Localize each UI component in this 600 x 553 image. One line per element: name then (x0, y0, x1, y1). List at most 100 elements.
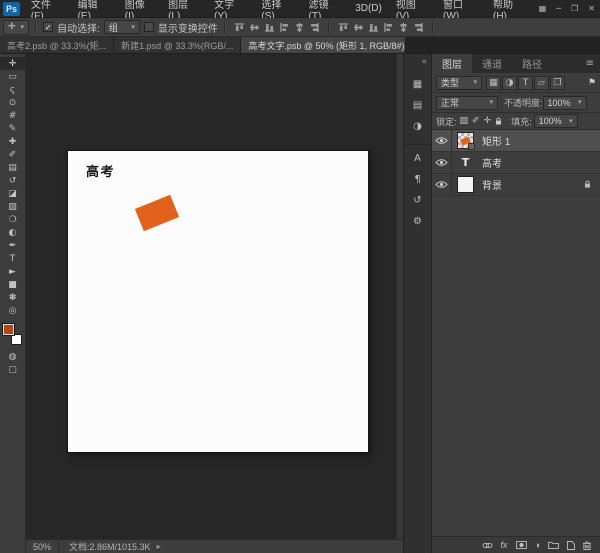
adjustments-panel-icon[interactable]: ◑ (407, 118, 428, 135)
crop-tool[interactable]: # (0, 109, 25, 122)
layout-picker-icon[interactable]: ▦ (534, 4, 552, 13)
layer-name[interactable]: 矩形 1 (482, 133, 510, 148)
canvas-orange-rectangle[interactable] (134, 194, 180, 232)
text-layer-thumbnail[interactable]: T (457, 154, 474, 171)
menu-image[interactable]: 图像(I) (118, 0, 161, 22)
brush-tool[interactable]: ✐ (0, 148, 25, 161)
show-transform-checkbox[interactable]: 显示变换控件 (143, 20, 218, 35)
shape-layer-thumbnail[interactable] (457, 132, 475, 150)
layer-row-text[interactable]: T 高考 (432, 152, 600, 174)
quick-selection-tool[interactable]: ⊙ (0, 96, 25, 109)
align-right-edges-icon[interactable] (308, 21, 321, 34)
new-adjustment-layer-icon[interactable]: ◑ (535, 540, 540, 550)
paragraph-panel-icon[interactable]: ¶ (407, 171, 428, 188)
background-color-swatch[interactable] (11, 334, 22, 345)
visibility-toggle[interactable] (432, 130, 452, 151)
layer-row-background[interactable]: 背景 (432, 174, 600, 196)
move-tool[interactable]: ✛ (0, 57, 25, 70)
minimize-button[interactable]: ─ (551, 4, 566, 13)
menu-view[interactable]: 视图(V) (389, 0, 436, 22)
vertical-scrollbar[interactable] (396, 54, 403, 539)
clone-stamp-tool[interactable]: ▤ (0, 161, 25, 174)
foreground-color-swatch[interactable] (2, 323, 15, 336)
expand-panels-icon[interactable]: « (421, 57, 427, 67)
lock-transparent-pixels-icon[interactable]: ▨ (459, 116, 470, 126)
delete-layer-icon[interactable] (583, 541, 591, 550)
layer-filter-toggle-icon[interactable]: ⚑ (588, 78, 596, 88)
history-brush-tool[interactable]: ↺ (0, 174, 25, 187)
tab-layers[interactable]: 图层 (432, 54, 472, 73)
filter-adjustment-layers-icon[interactable]: ◑ (502, 75, 517, 90)
layer-name[interactable]: 背景 (482, 177, 502, 192)
close-button[interactable]: ✕ (583, 4, 600, 13)
align-bottom-edges-icon[interactable] (263, 21, 276, 34)
dodge-tool[interactable]: ◐ (0, 226, 25, 239)
add-layer-mask-icon[interactable] (515, 541, 527, 549)
menu-select[interactable]: 选择(S) (254, 0, 301, 22)
properties-panel-icon[interactable]: ⚙ (407, 213, 428, 230)
quick-mask-button[interactable]: ◍ (0, 350, 25, 363)
menu-window[interactable]: 窗口(W) (436, 0, 486, 22)
swatches-panel-icon[interactable]: ▤ (407, 97, 428, 114)
rectangle-tool[interactable]: ■ (0, 278, 25, 291)
distribute-bottom-edges-icon[interactable] (367, 21, 380, 34)
new-layer-icon[interactable] (567, 540, 575, 550)
tool-preset-picker[interactable]: ✛ ▾ (3, 19, 30, 35)
blur-tool[interactable]: ❍ (0, 213, 25, 226)
menu-file[interactable]: 文件(F) (24, 0, 71, 22)
distribute-right-edges-icon[interactable] (412, 21, 425, 34)
spot-healing-brush-tool[interactable]: ✚ (0, 135, 25, 148)
hand-tool[interactable]: ✽ (0, 291, 25, 304)
menu-type[interactable]: 文字(Y) (207, 0, 254, 22)
rectangular-marquee-tool[interactable]: ▭ (0, 70, 25, 83)
layer-row-rectangle-1[interactable]: 矩形 1 (432, 130, 600, 152)
filter-shape-layers-icon[interactable]: ▱ (534, 75, 549, 90)
path-selection-tool[interactable]: ► (0, 265, 25, 278)
layer-styles-icon[interactable]: fx (501, 540, 508, 550)
lock-all-icon[interactable] (494, 117, 503, 126)
lock-position-icon[interactable]: ✛ (483, 116, 493, 126)
align-left-edges-icon[interactable] (278, 21, 291, 34)
align-vertical-centers-icon[interactable] (248, 21, 261, 34)
menu-edit[interactable]: 编辑(E) (71, 0, 118, 22)
auto-select-target-dropdown[interactable]: 组 ▾ (103, 20, 140, 34)
visibility-toggle[interactable] (432, 152, 452, 173)
auto-select-checkbox[interactable]: ✓ 自动选择: (43, 20, 100, 35)
opacity-dropdown[interactable]: 100% ▾ (542, 95, 587, 110)
zoom-tool[interactable]: ◎ (0, 304, 25, 317)
eyedropper-tool[interactable]: ✎ (0, 122, 25, 135)
zoom-level-field[interactable]: 50% (26, 540, 60, 553)
fill-dropdown[interactable]: 100% ▾ (533, 114, 578, 128)
color-panel-icon[interactable]: ▦ (407, 76, 428, 93)
filter-pixel-layers-icon[interactable]: ▦ (486, 75, 501, 90)
blend-mode-dropdown[interactable]: 正常 ▾ (436, 95, 498, 110)
lasso-tool[interactable]: ς (0, 83, 25, 96)
background-layer-thumbnail[interactable] (457, 176, 474, 193)
pen-tool[interactable]: ✒ (0, 239, 25, 252)
tab-channels[interactable]: 通道 (472, 54, 512, 73)
distribute-horizontal-centers-icon[interactable] (397, 21, 410, 34)
distribute-top-edges-icon[interactable] (337, 21, 350, 34)
horizontal-type-tool[interactable]: T (0, 252, 25, 265)
filter-type-layers-icon[interactable]: T (518, 75, 533, 90)
tab-paths[interactable]: 路径 (512, 54, 552, 73)
menu-3d[interactable]: 3D(D) (348, 0, 389, 17)
align-horizontal-centers-icon[interactable] (293, 21, 306, 34)
document-canvas[interactable]: 高考 (68, 151, 368, 452)
distribute-left-edges-icon[interactable] (382, 21, 395, 34)
document-tab-3-active[interactable]: 高考文字.psb @ 50% (矩形 1, RGB/8#) * ✕ (241, 37, 407, 53)
visibility-toggle[interactable] (432, 174, 452, 195)
document-tab-1[interactable]: 高考2.psb @ 33.3%(矩... (0, 37, 115, 53)
lock-image-pixels-icon[interactable]: ✐ (471, 116, 481, 126)
link-layers-icon[interactable] (482, 542, 493, 549)
filter-smart-objects-icon[interactable]: ❒ (550, 75, 565, 90)
menu-filter[interactable]: 滤镜(T) (302, 0, 349, 22)
menu-layer[interactable]: 图层(L) (161, 0, 207, 22)
screen-mode-button[interactable]: ▢ (0, 363, 25, 376)
menu-help[interactable]: 帮助(H) (486, 0, 534, 22)
gradient-tool[interactable]: ▨ (0, 200, 25, 213)
layer-filter-dropdown[interactable]: 类型 ▾ (436, 75, 482, 90)
align-top-edges-icon[interactable] (233, 21, 246, 34)
status-options-arrow-icon[interactable]: ▸ (157, 542, 161, 551)
layer-name[interactable]: 高考 (482, 155, 502, 170)
